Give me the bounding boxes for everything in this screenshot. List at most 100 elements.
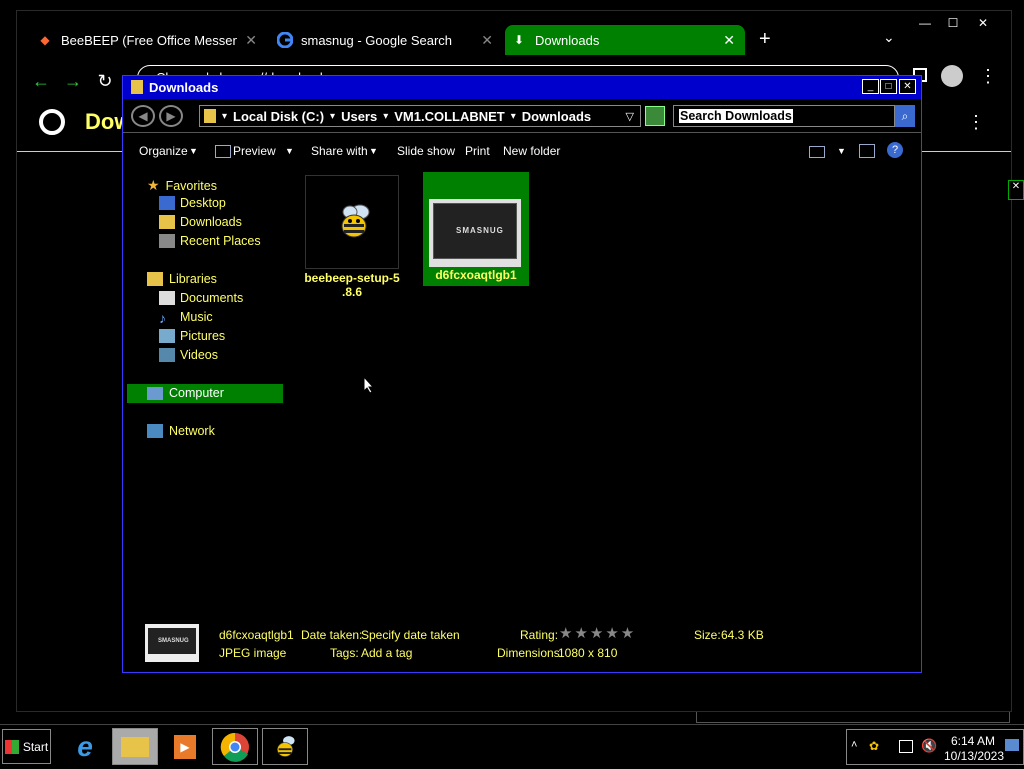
breadcrumb-item-local-disk[interactable]: Local Disk (C:) bbox=[233, 109, 324, 124]
nav-libraries[interactable]: Libraries bbox=[147, 272, 217, 286]
chrome-close-button[interactable]: ✕ bbox=[969, 13, 997, 33]
explorer-address-area: ◀ ▶ ▾ Local Disk (C:) ▾ Users ▾ VM1.COLL… bbox=[123, 100, 921, 133]
nav-item-documents[interactable]: Documents bbox=[159, 291, 243, 305]
explorer-maximize-button[interactable]: □ bbox=[880, 79, 897, 94]
computer-icon bbox=[147, 386, 163, 400]
nav-item-music[interactable]: ♪ Music bbox=[159, 310, 213, 326]
chevron-down-icon[interactable]: ▾ bbox=[383, 111, 388, 122]
chrome-taskbar-icon[interactable] bbox=[212, 728, 258, 765]
chevron-down-icon[interactable]: ▾ bbox=[511, 111, 516, 122]
explorer-titlebar[interactable]: Downloads _ □ ✕ bbox=[123, 76, 921, 99]
file-tile-d6fcxoaqtlgb1[interactable]: SMASNUG d6fcxoaqtlgb1 bbox=[423, 172, 529, 286]
preview-pane-icon[interactable] bbox=[859, 144, 875, 158]
chevron-down-icon[interactable]: ▼ bbox=[285, 146, 294, 156]
chevron-down-icon[interactable]: ▼ bbox=[189, 146, 198, 156]
share-with-button[interactable]: Share with bbox=[311, 144, 368, 158]
organize-button[interactable]: Organize bbox=[139, 144, 188, 158]
documents-icon bbox=[159, 291, 175, 305]
tab-label: BeeBEEP (Free Office Messenger) bbox=[61, 32, 237, 48]
breadcrumb-item-users[interactable]: Users bbox=[341, 109, 377, 124]
dimensions-value: 1080 x 810 bbox=[558, 646, 618, 660]
nav-item-recent-places[interactable]: Recent Places bbox=[159, 234, 261, 248]
print-button[interactable]: Print bbox=[465, 144, 490, 158]
tab-search-icon[interactable]: ⌄ bbox=[883, 29, 895, 46]
tab-downloads[interactable]: ⬇ Downloads ✕ bbox=[505, 25, 745, 55]
network-icon bbox=[147, 424, 163, 438]
chrome-maximize-button[interactable]: ☐ bbox=[939, 13, 967, 33]
reload-icon[interactable]: ↻ bbox=[93, 69, 117, 93]
window-title: Downloads bbox=[149, 80, 219, 95]
background-window-close-icon[interactable]: ✕ bbox=[1008, 180, 1024, 200]
forward-icon[interactable]: → bbox=[61, 69, 85, 93]
chevron-down-icon[interactable]: ▼ bbox=[837, 146, 846, 156]
nav-item-downloads[interactable]: Downloads bbox=[159, 215, 242, 229]
beebeep-taskbar-icon[interactable] bbox=[262, 728, 308, 765]
chevron-down-icon[interactable]: ▼ bbox=[369, 146, 378, 156]
chevron-down-icon[interactable]: ▾ bbox=[222, 111, 227, 122]
dimensions-label: Dimensions: bbox=[497, 646, 564, 660]
file-tile-beebeep[interactable] bbox=[305, 175, 399, 269]
history-dropdown-icon[interactable]: ▽ bbox=[626, 110, 634, 123]
file-name-line: .8.6 bbox=[341, 285, 362, 299]
start-button[interactable]: Start bbox=[2, 729, 51, 764]
chrome-minimize-button[interactable]: — bbox=[911, 13, 939, 33]
nav-label: Videos bbox=[180, 348, 218, 362]
search-placeholder: Search Downloads bbox=[679, 109, 793, 123]
tab-close-icon[interactable]: ✕ bbox=[723, 32, 735, 49]
pictures-icon bbox=[159, 329, 175, 343]
nav-label: Music bbox=[180, 310, 213, 324]
clock-date[interactable]: 10/13/2023 bbox=[943, 749, 1005, 763]
new-tab-button[interactable]: + bbox=[759, 28, 771, 51]
slide-show-button[interactable]: Slide show bbox=[397, 144, 455, 158]
file-name-beebeep[interactable]: beebeep-setup-5 .8.6 bbox=[299, 271, 405, 299]
tab-label: smasnug - Google Search bbox=[301, 32, 453, 48]
details-thumbnail: SMASNUG bbox=[145, 624, 199, 662]
show-hidden-icons[interactable]: ˄ bbox=[851, 739, 857, 751]
nav-item-desktop[interactable]: Desktop bbox=[159, 196, 226, 210]
tab-beebeep[interactable]: ◆ BeeBEEP (Free Office Messenger) ✕ bbox=[31, 25, 267, 55]
chevron-down-icon[interactable]: ▾ bbox=[330, 111, 335, 122]
nav-item-pictures[interactable]: Pictures bbox=[159, 329, 225, 343]
beebeep-tray-icon[interactable]: ✿ bbox=[869, 739, 879, 753]
date-taken-value[interactable]: Specify date taken bbox=[361, 628, 460, 642]
explorer-close-button[interactable]: ✕ bbox=[899, 79, 916, 94]
clock-time[interactable]: 6:14 AM bbox=[945, 734, 1001, 748]
breadcrumb-item-downloads[interactable]: Downloads bbox=[522, 109, 591, 124]
breadcrumb-item-vm1[interactable]: VM1.COLLABNET bbox=[394, 109, 505, 124]
tab-google-search[interactable]: smasnug - Google Search ✕ bbox=[271, 25, 503, 55]
tab-close-icon[interactable]: ✕ bbox=[245, 32, 257, 49]
nav-label: Desktop bbox=[180, 196, 226, 210]
tags-value[interactable]: Add a tag bbox=[361, 646, 412, 660]
media-player-icon[interactable]: ▶ bbox=[162, 728, 208, 765]
network-tray-icon[interactable] bbox=[899, 740, 913, 753]
nav-favorites[interactable]: ★ Favorites bbox=[147, 177, 217, 194]
details-filetype: JPEG image bbox=[219, 646, 287, 660]
file-explorer-taskbar-icon[interactable] bbox=[112, 728, 158, 765]
nav-network[interactable]: Network bbox=[147, 424, 215, 438]
search-input[interactable]: Search Downloads bbox=[673, 105, 895, 127]
refresh-icon[interactable] bbox=[645, 106, 665, 126]
libraries-icon bbox=[147, 272, 163, 286]
taskbar: Start e ▶ ˄ ✿ 🔇 6:14 AM 10/13/2023 bbox=[0, 724, 1024, 769]
downloads-menu-icon[interactable]: ⋮ bbox=[967, 112, 985, 133]
nav-computer[interactable]: Computer bbox=[147, 386, 224, 400]
action-center-icon[interactable] bbox=[1005, 739, 1019, 751]
back-icon[interactable]: ◀ bbox=[131, 105, 155, 127]
profile-avatar-icon[interactable] bbox=[941, 65, 963, 87]
tab-close-icon[interactable]: ✕ bbox=[481, 32, 493, 49]
search-icon[interactable]: ⌕ bbox=[895, 105, 915, 127]
nav-item-videos[interactable]: Videos bbox=[159, 348, 218, 362]
new-folder-button[interactable]: New folder bbox=[503, 144, 560, 158]
view-icon[interactable] bbox=[809, 146, 825, 158]
breadcrumb[interactable]: ▾ Local Disk (C:) ▾ Users ▾ VM1.COLLABNE… bbox=[199, 105, 641, 127]
background-window-edge bbox=[696, 712, 1010, 723]
help-icon[interactable]: ? bbox=[887, 142, 903, 158]
rating-stars[interactable]: ★★★★★ bbox=[559, 624, 636, 642]
back-icon[interactable]: ← bbox=[29, 69, 53, 93]
volume-muted-icon[interactable]: 🔇 bbox=[921, 738, 937, 754]
forward-icon[interactable]: ▶ bbox=[159, 105, 183, 127]
chrome-menu-icon[interactable]: ⋮ bbox=[979, 66, 997, 87]
explorer-minimize-button[interactable]: _ bbox=[862, 79, 879, 94]
internet-explorer-icon[interactable]: e bbox=[62, 728, 108, 765]
preview-button[interactable]: Preview bbox=[233, 144, 276, 158]
